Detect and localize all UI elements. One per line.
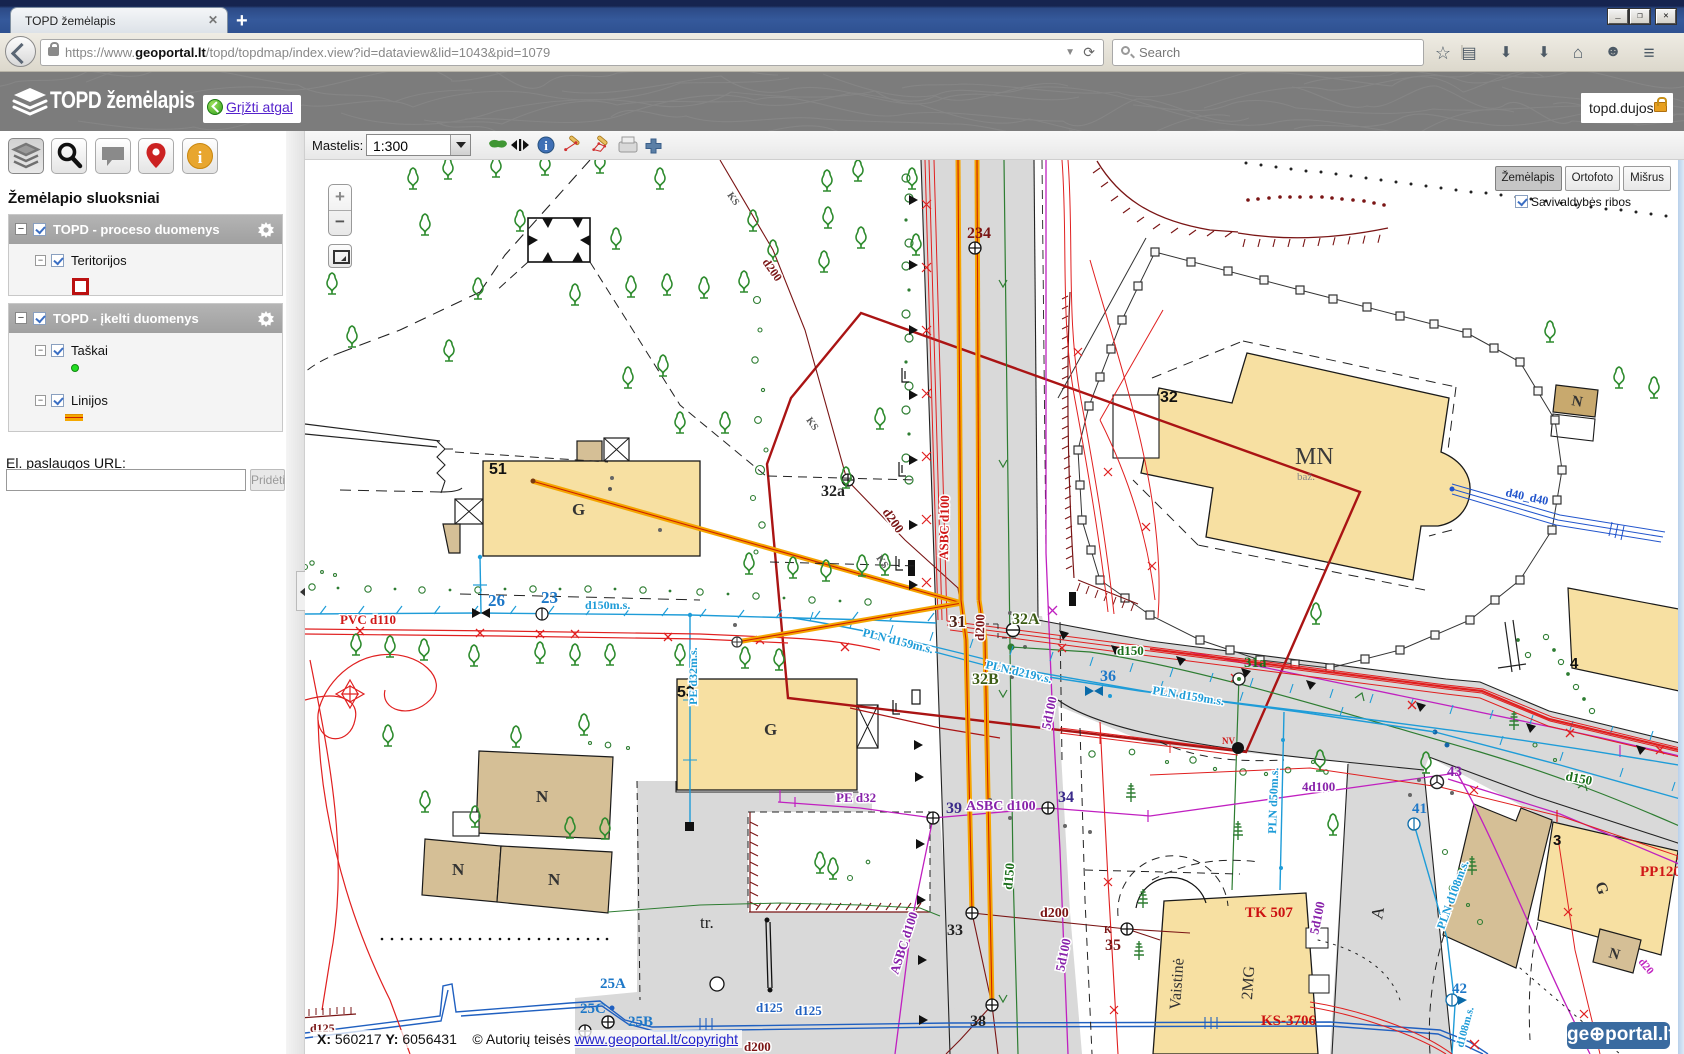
- svg-text:d40_d40: d40_d40: [1504, 485, 1549, 508]
- svg-text:23: 23: [541, 588, 558, 607]
- svg-text:d125: d125: [795, 1003, 822, 1018]
- svg-text:G: G: [572, 500, 585, 519]
- svg-text:25A: 25A: [600, 976, 626, 992]
- svg-text:NV: NV: [1222, 736, 1235, 746]
- svg-text:26: 26: [488, 591, 505, 610]
- svg-text:d200: d200: [744, 1039, 771, 1054]
- svg-text:25B: 25B: [628, 1014, 653, 1030]
- svg-text:d200: d200: [760, 256, 786, 284]
- svg-text:TK 507: TK 507: [1245, 905, 1293, 921]
- svg-text:N: N: [536, 787, 549, 806]
- svg-text:d125: d125: [756, 1000, 783, 1015]
- svg-text:MN: MN: [1295, 444, 1334, 470]
- svg-text:2MG: 2MG: [1239, 965, 1258, 1000]
- svg-text:4: 4: [1570, 655, 1579, 672]
- svg-text:tr.: tr.: [700, 913, 714, 932]
- svg-text:234: 234: [967, 225, 991, 242]
- svg-text:ASBC d100: ASBC d100: [966, 799, 1036, 814]
- svg-text:ASBC d100: ASBC d100: [936, 495, 952, 560]
- svg-text:31: 31: [949, 612, 966, 631]
- svg-text:34: 34: [1058, 789, 1074, 806]
- svg-text:38: 38: [970, 1013, 986, 1030]
- svg-text:d108m.s.: d108m.s.: [1454, 1005, 1476, 1048]
- svg-text:3: 3: [1553, 832, 1561, 849]
- svg-text:25C: 25C: [580, 1001, 606, 1017]
- svg-text:PE d32: PE d32: [836, 790, 876, 805]
- svg-text:G: G: [764, 720, 777, 739]
- svg-text:42: 42: [1452, 981, 1467, 997]
- svg-text:Vaistinė: Vaistinė: [1167, 958, 1188, 1011]
- svg-text:PLN d50m.s.: PLN d50m.s.: [1265, 767, 1281, 834]
- svg-text:PVC d110: PVC d110: [340, 612, 396, 627]
- svg-text:32: 32: [1160, 389, 1178, 406]
- svg-text:i: i: [198, 148, 203, 167]
- svg-text:N: N: [452, 860, 465, 879]
- svg-text:PE d32m.s.: PE d32m.s.: [686, 647, 700, 705]
- svg-text:39: 39: [946, 800, 962, 817]
- svg-text:33: 33: [947, 922, 963, 939]
- svg-text:32A: 32A: [1012, 611, 1040, 628]
- svg-text:41: 41: [1412, 801, 1427, 817]
- svg-text:baž.: baž.: [1297, 471, 1315, 483]
- svg-text:51: 51: [489, 461, 507, 478]
- svg-text:d200: d200: [972, 614, 987, 641]
- svg-text:32B: 32B: [972, 671, 999, 688]
- svg-text:d20: d20: [1636, 956, 1657, 977]
- svg-text:i: i: [544, 138, 548, 153]
- svg-text:4d100: 4d100: [1302, 779, 1335, 794]
- svg-text:d200: d200: [1040, 906, 1069, 921]
- svg-text:43: 43: [1447, 764, 1462, 780]
- svg-text:N: N: [548, 870, 561, 889]
- svg-text:31a: 31a: [1244, 655, 1267, 671]
- svg-text:d150: d150: [1000, 862, 1017, 890]
- svg-text:d200: d200: [880, 505, 908, 536]
- svg-text:K: K: [1104, 925, 1112, 936]
- svg-text:d150m.s.: d150m.s.: [585, 598, 630, 612]
- svg-text:PP120: PP120: [1640, 864, 1678, 880]
- svg-text:35: 35: [1105, 937, 1121, 954]
- svg-text:KS-3706: KS-3706: [1261, 1013, 1317, 1029]
- svg-text:KS: KS: [804, 415, 821, 433]
- svg-text:PLN d159m.s.: PLN d159m.s.: [861, 625, 935, 656]
- svg-text:36: 36: [1100, 668, 1116, 685]
- svg-text:d150: d150: [1117, 643, 1144, 658]
- svg-text:32a: 32a: [821, 483, 845, 500]
